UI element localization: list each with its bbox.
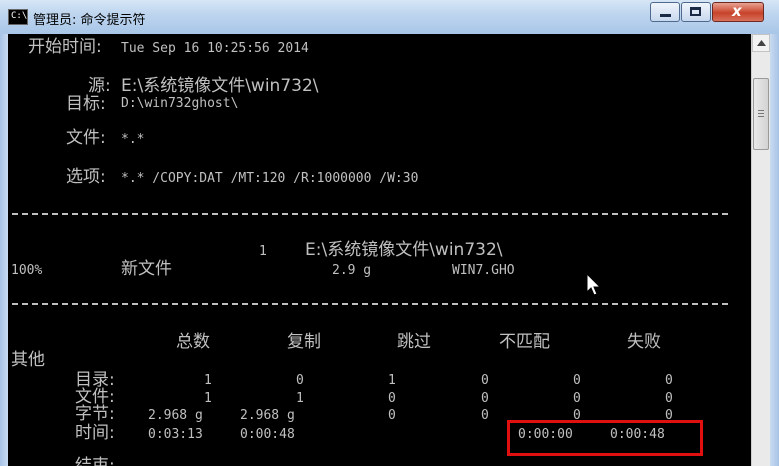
- summary-header-total: 总数: [176, 332, 210, 352]
- window-frame-left: [0, 34, 8, 466]
- row-cell: 0: [481, 391, 489, 406]
- close-icon: x: [732, 2, 742, 20]
- dir-count: 1: [259, 244, 267, 259]
- scroll-thumb[interactable]: [753, 78, 769, 150]
- minimize-button[interactable]: [650, 2, 680, 22]
- cmd-app-icon: C:\: [8, 9, 28, 25]
- thumb-grip-line: [758, 116, 764, 117]
- separator-line: [12, 303, 728, 305]
- window-title: 管理员: 命令提示符: [33, 13, 146, 28]
- row-cell: 0: [481, 408, 489, 423]
- start-time-label: 开始时间:: [28, 37, 102, 57]
- row-cell: 0: [296, 373, 304, 388]
- console-output[interactable]: 开始时间: Tue Sep 16 10:25:56 2014 源: E:\系统镜…: [8, 34, 751, 466]
- summary-header-mismatch: 不匹配: [499, 332, 550, 352]
- row-cell: 0: [388, 391, 396, 406]
- thumb-grip-line: [758, 113, 764, 114]
- close-button[interactable]: x: [712, 2, 764, 22]
- window-frame-right: [770, 34, 779, 466]
- app-icon-text: C:\: [11, 11, 28, 21]
- source-label: 源:: [88, 76, 111, 96]
- separator-line: [12, 213, 728, 215]
- row-cell: 0: [573, 391, 581, 406]
- row-cell: 2.968 g: [240, 408, 295, 423]
- source-value: E:\系统镜像文件\win732\: [121, 76, 319, 96]
- row-cell: 1: [204, 391, 212, 406]
- row-cell: 1: [204, 373, 212, 388]
- scroll-up-button[interactable]: [752, 34, 770, 52]
- annotation-highlight-box: [507, 420, 703, 456]
- row-cell: 0: [481, 373, 489, 388]
- dir-path: E:\系统镜像文件\win732\: [305, 240, 503, 260]
- options-value: *.* /COPY:DAT /MT:120 /R:1000000 /W:30: [121, 171, 419, 186]
- maximize-button[interactable]: [681, 2, 711, 22]
- dest-value: D:\win732ghost\: [121, 96, 239, 111]
- row-label-bytes: 字节:: [75, 404, 115, 424]
- job-size: 2.9 g: [332, 263, 372, 278]
- mouse-pointer-icon: [586, 273, 602, 296]
- dest-label: 目标:: [66, 94, 106, 114]
- row-cell: 0: [573, 373, 581, 388]
- row-cell: 0:00:48: [240, 427, 295, 442]
- row-label-end: 结束:: [75, 456, 115, 466]
- row-cell: 0: [665, 391, 673, 406]
- row-cell: 1: [388, 373, 396, 388]
- row-cell: 0:03:13: [148, 427, 203, 442]
- job-filename: WIN7.GHO: [452, 263, 515, 278]
- summary-header-skipped: 跳过: [397, 332, 431, 352]
- summary-extras-header: 其他: [11, 350, 45, 370]
- row-cell: 2.968 g: [148, 408, 203, 423]
- job-percent: 100%: [11, 263, 43, 278]
- scroll-up-arrow-icon: [757, 40, 766, 46]
- row-cell: 0: [388, 408, 396, 423]
- vertical-scrollbar[interactable]: [751, 34, 770, 466]
- row-label-times: 时间:: [75, 423, 115, 443]
- minimize-icon: [660, 14, 671, 17]
- title-bar[interactable]: C:\ 管理员: 命令提示符 x: [0, 0, 779, 35]
- options-label: 选项:: [66, 167, 106, 187]
- maximize-icon: [690, 7, 701, 16]
- summary-header-copied: 复制: [287, 332, 321, 352]
- job-status: 新文件: [121, 259, 172, 279]
- start-time-value: Tue Sep 16 10:25:56 2014: [121, 41, 309, 56]
- row-cell: 1: [296, 391, 304, 406]
- files-label: 文件:: [66, 128, 106, 148]
- files-value: *.*: [121, 132, 145, 147]
- thumb-grip-line: [758, 110, 764, 111]
- row-cell: 0: [665, 373, 673, 388]
- summary-header-failed: 失败: [627, 332, 661, 352]
